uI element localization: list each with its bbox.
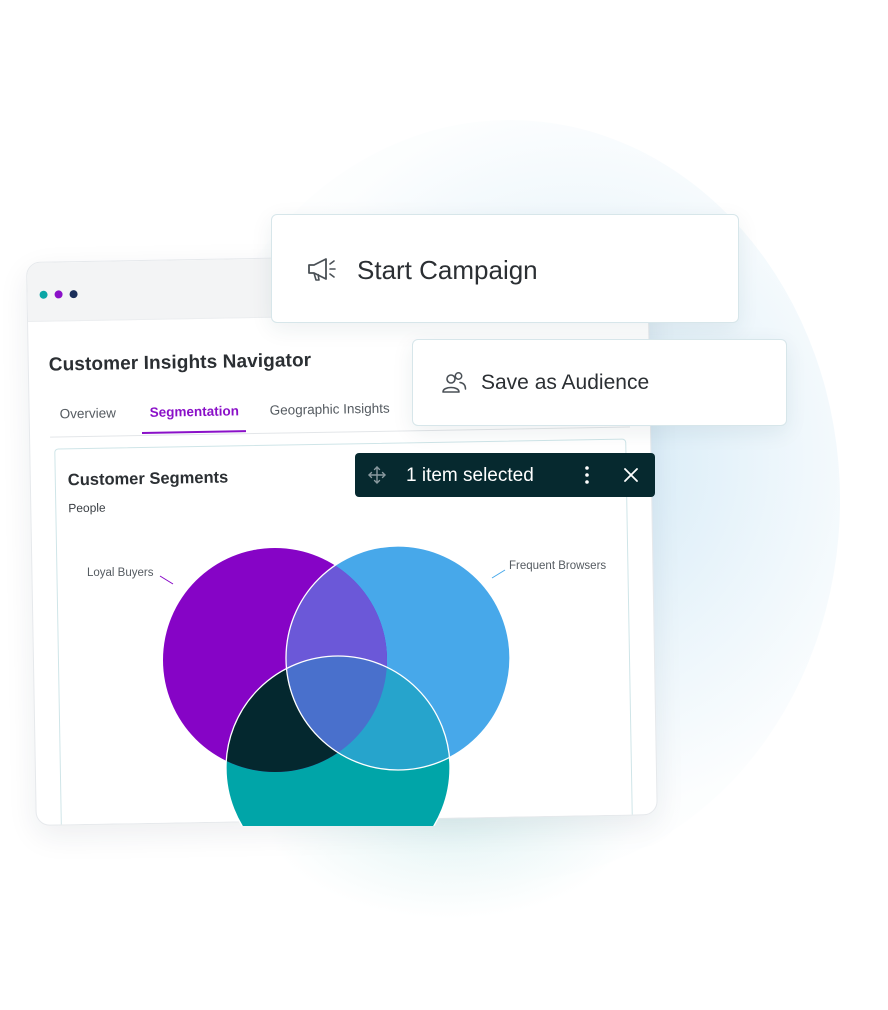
loyal-buyers-leader-line: [159, 575, 174, 585]
frequent-browsers-label: Frequent Browsers: [509, 560, 607, 572]
start-campaign-label: Start Campaign: [357, 255, 538, 285]
move-icon[interactable]: [367, 465, 387, 485]
loyal-buyers-label: Loyal Buyers: [87, 567, 154, 579]
more-vertical-icon[interactable]: [579, 463, 595, 487]
people-icon: [442, 372, 467, 393]
selection-toolbar: 1 item selected: [355, 453, 655, 497]
venn-diagram: [159, 545, 511, 826]
selection-count-text: 1 item selected: [406, 465, 534, 486]
save-as-audience-label: Save as Audience: [481, 371, 650, 394]
start-campaign-button[interactable]: Start Campaign: [271, 214, 739, 323]
frequent-browsers-leader-line: [491, 569, 506, 579]
megaphone-icon: [308, 258, 336, 281]
close-icon[interactable]: [621, 465, 641, 485]
save-as-audience-button[interactable]: Save as Audience: [412, 339, 787, 426]
